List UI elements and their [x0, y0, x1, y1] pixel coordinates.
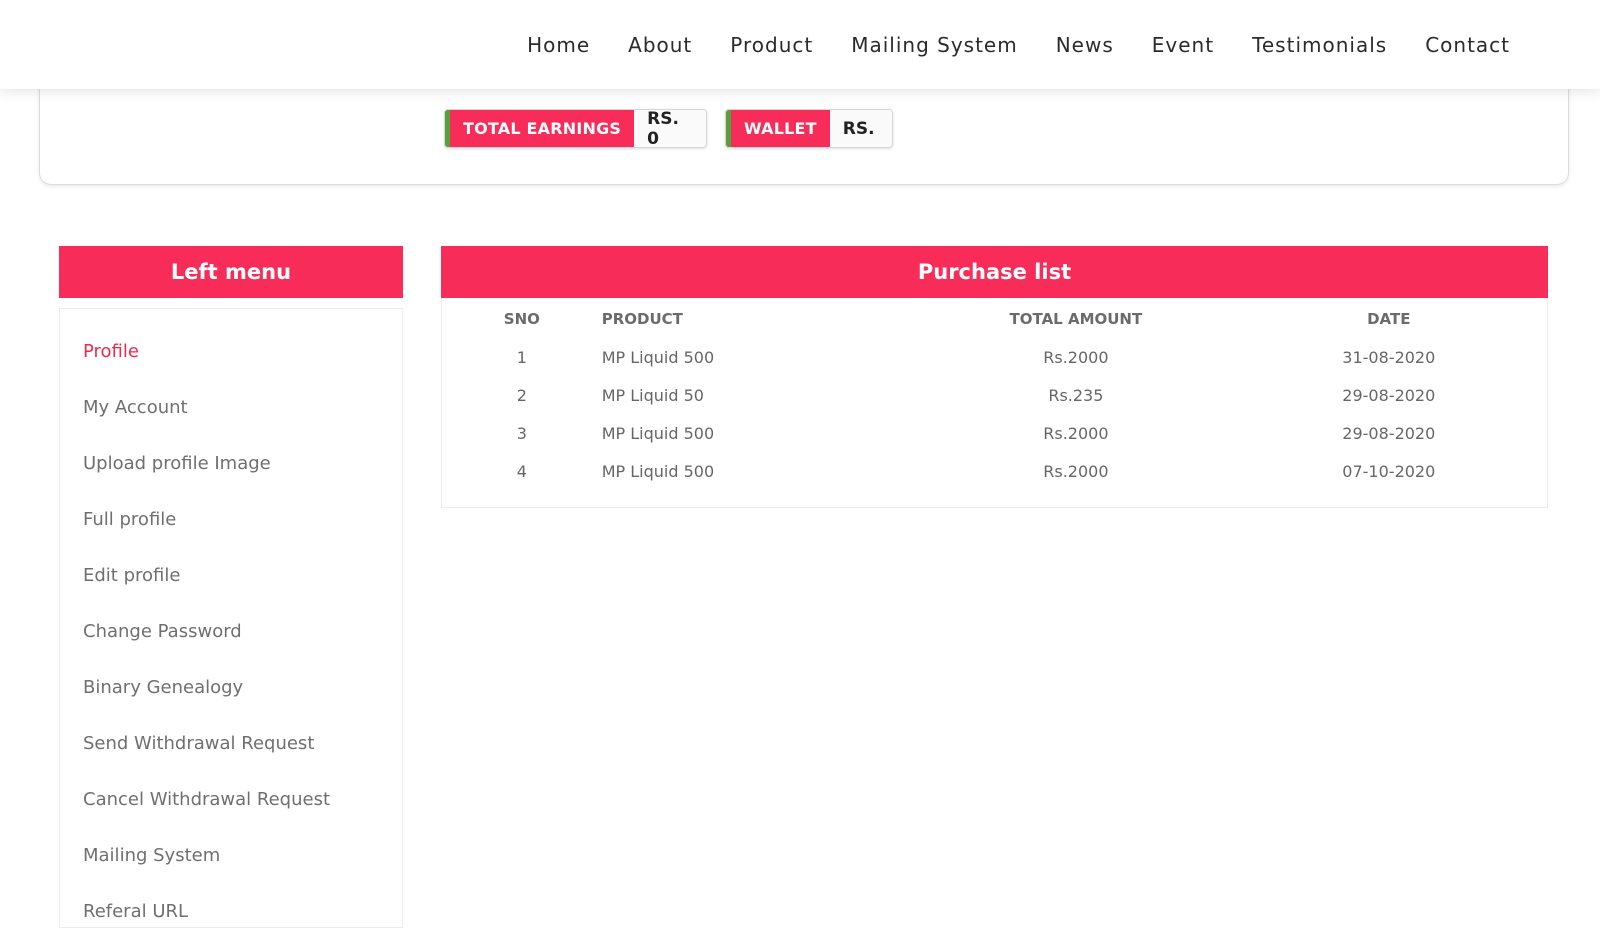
menu-item-my-account[interactable]: My Account — [60, 379, 402, 435]
main-nav: Home About Product Mailing System News E… — [527, 0, 1510, 89]
left-menu-list: Profile My Account Upload profile Image … — [59, 308, 403, 928]
purchase-table-container: SNO PRODUCT TOTAL AMOUNT DATE 1 MP Liqui… — [441, 298, 1548, 508]
table-row: 3 MP Liquid 500 Rs.2000 29-08-2020 — [442, 414, 1547, 452]
nav-testimonials[interactable]: Testimonials — [1252, 33, 1387, 57]
column-header-sno: SNO — [503, 310, 540, 328]
cell-sno: 4 — [516, 461, 527, 481]
nav-contact[interactable]: Contact — [1425, 33, 1510, 57]
menu-item-edit-profile[interactable]: Edit profile — [60, 547, 402, 603]
wallet-value: RS. — [829, 110, 892, 147]
menu-item-send-withdrawal-request[interactable]: Send Withdrawal Request — [60, 715, 402, 771]
menu-item-full-profile[interactable]: Full profile — [60, 491, 402, 547]
table-row: 1 MP Liquid 500 Rs.2000 31-08-2020 — [442, 338, 1547, 376]
menu-item-upload-profile-image[interactable]: Upload profile Image — [60, 435, 402, 491]
cell-date: 29-08-2020 — [1342, 385, 1436, 405]
column-header-total-amount: TOTAL AMOUNT — [1009, 310, 1143, 328]
table-row: 2 MP Liquid 50 Rs.235 29-08-2020 — [442, 376, 1547, 414]
total-earnings-label: TOTAL EARNINGS — [445, 110, 635, 147]
wallet-badge: WALLET RS. — [725, 109, 893, 148]
cell-date: 29-08-2020 — [1342, 423, 1436, 443]
nav-news[interactable]: News — [1056, 33, 1114, 57]
total-earnings-badge: TOTAL EARNINGS RS. 0 — [444, 109, 708, 148]
total-earnings-value: RS. 0 — [634, 110, 707, 147]
menu-item-binary-genealogy[interactable]: Binary Genealogy — [60, 659, 402, 715]
column-header-date: DATE — [1367, 310, 1411, 328]
nav-about[interactable]: About — [628, 33, 692, 57]
cell-total-amount: Rs.2000 — [1043, 347, 1109, 367]
menu-item-change-password[interactable]: Change Password — [60, 603, 402, 659]
cell-product: MP Liquid 50 — [601, 385, 704, 405]
table-header-row: SNO PRODUCT TOTAL AMOUNT DATE — [442, 298, 1547, 338]
cell-total-amount: Rs.2000 — [1043, 461, 1109, 481]
cell-total-amount: Rs.2000 — [1043, 423, 1109, 443]
cell-sno: 3 — [516, 423, 527, 443]
menu-item-profile[interactable]: Profile — [60, 323, 402, 379]
nav-mailing-system[interactable]: Mailing System — [851, 33, 1018, 57]
cell-product: MP Liquid 500 — [601, 461, 715, 481]
purchase-list-panel: Purchase list SNO PRODUCT TOTAL AMOUNT D… — [441, 246, 1548, 508]
cell-sno: 1 — [516, 347, 527, 367]
menu-item-cancel-withdrawal-request[interactable]: Cancel Withdrawal Request — [60, 771, 402, 827]
cell-date: 31-08-2020 — [1342, 347, 1436, 367]
column-header-product: PRODUCT — [601, 310, 683, 328]
nav-event[interactable]: Event — [1152, 33, 1214, 57]
purchase-list-title: Purchase list — [441, 246, 1548, 298]
cell-product: MP Liquid 500 — [601, 423, 715, 443]
cell-total-amount: Rs.235 — [1048, 385, 1104, 405]
cell-sno: 2 — [516, 385, 527, 405]
wallet-label: WALLET — [726, 110, 830, 147]
menu-item-referal-url[interactable]: Referal URL — [60, 883, 402, 927]
nav-home[interactable]: Home — [527, 33, 590, 57]
nav-product[interactable]: Product — [730, 33, 813, 57]
cell-product: MP Liquid 500 — [601, 347, 715, 367]
cell-date: 07-10-2020 — [1342, 461, 1436, 481]
left-menu-title: Left menu — [59, 246, 403, 298]
left-menu: Left menu Profile My Account Upload prof… — [59, 246, 403, 928]
purchase-table: SNO PRODUCT TOTAL AMOUNT DATE 1 MP Liqui… — [442, 298, 1547, 490]
menu-item-mailing-system[interactable]: Mailing System — [60, 827, 402, 883]
top-navbar: Home About Product Mailing System News E… — [0, 0, 1600, 89]
table-row: 4 MP Liquid 500 Rs.2000 07-10-2020 — [442, 452, 1547, 490]
